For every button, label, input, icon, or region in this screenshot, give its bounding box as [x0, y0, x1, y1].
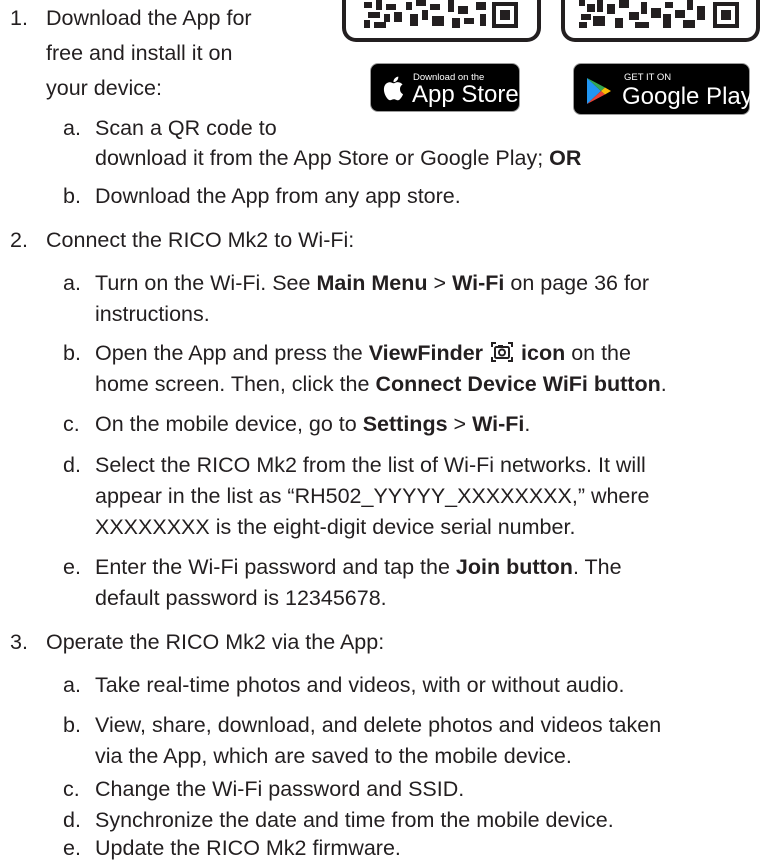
- google-play-badge-small-text: GET IT ON: [624, 72, 672, 83]
- step-3-text: Operate the RICO Mk2 via the App:: [46, 630, 385, 654]
- step-1a-line-2: download it from the App Store or Google…: [95, 146, 582, 170]
- step-1b-letter: b.: [63, 184, 81, 208]
- google-play-badge-big-text: Google Play: [622, 83, 753, 110]
- step-3e-letter: e.: [63, 836, 81, 860]
- step-3-number: 3.: [10, 630, 28, 654]
- step-2-number: 2.: [10, 228, 28, 252]
- step-2d-line-2: appear in the list as “RH502_YYYYY_XXXXX…: [95, 484, 650, 508]
- step-2a-line-1: Turn on the Wi-Fi. See Main Menu > Wi-Fi…: [95, 271, 650, 295]
- app-store-badge[interactable]: Download on the App Store: [370, 63, 520, 112]
- step-2d-line-1: Select the RICO Mk2 from the list of Wi-…: [95, 453, 646, 477]
- step-3b-line-2: via the App, which are saved to the mobi…: [95, 744, 572, 768]
- app-store-badge-big-text: App Store: [412, 81, 519, 108]
- camera-viewfinder-icon: [491, 342, 514, 362]
- google-play-badge[interactable]: GET IT ON Google Play: [573, 63, 753, 115]
- google-play-logo-icon: [587, 78, 611, 104]
- step-1a-letter: a.: [63, 116, 81, 140]
- step-3a-text: Take real-time photos and videos, with o…: [95, 673, 625, 697]
- step-2e-line-2: default password is 12345678.: [95, 586, 387, 610]
- step-2b-line-1: Open the App and press the ViewFinder ic…: [95, 341, 631, 365]
- step-3a-letter: a.: [63, 673, 81, 697]
- apple-logo-icon: [383, 76, 403, 101]
- step-2-text: Connect the RICO Mk2 to Wi-Fi:: [46, 228, 355, 252]
- step-2c-letter: c.: [63, 412, 80, 436]
- step-3e-text: Update the RICO Mk2 firmware.: [95, 836, 401, 860]
- step-2a-line-2: instructions.: [95, 302, 210, 326]
- step-3d-letter: d.: [63, 808, 81, 832]
- google-play-qr-code: [561, 0, 760, 42]
- step-1-line-2: free and install it on: [46, 41, 233, 65]
- step-2b-line-2: home screen. Then, click the Connect Dev…: [95, 372, 667, 396]
- step-1a-line-1: Scan a QR code to: [95, 116, 277, 140]
- step-2e-line-1: Enter the Wi-Fi password and tap the Joi…: [95, 555, 622, 579]
- step-2c-text: On the mobile device, go to Settings > W…: [95, 412, 531, 436]
- step-3c-letter: c.: [63, 777, 80, 801]
- qr-code-icon: [579, 0, 739, 28]
- step-1-line-3: your device:: [46, 76, 162, 100]
- step-1-number: 1.: [10, 6, 28, 30]
- step-2d-line-3: XXXXXXXX is the eight-digit device seria…: [95, 515, 576, 539]
- step-2e-letter: e.: [63, 555, 81, 579]
- step-3b-line-1: View, share, download, and delete photos…: [95, 713, 662, 737]
- app-store-qr-code: [342, 0, 541, 42]
- step-3b-letter: b.: [63, 713, 81, 737]
- step-3c-text: Change the Wi-Fi password and SSID.: [95, 777, 465, 801]
- step-2a-letter: a.: [63, 271, 81, 295]
- step-2b-letter: b.: [63, 341, 81, 365]
- step-1-line-1: Download the App for: [46, 6, 252, 30]
- step-1b-text: Download the App from any app store.: [95, 184, 461, 208]
- step-3d-text: Synchronize the date and time from the m…: [95, 808, 614, 832]
- step-2d-letter: d.: [63, 453, 81, 477]
- qr-code-icon: [364, 0, 518, 28]
